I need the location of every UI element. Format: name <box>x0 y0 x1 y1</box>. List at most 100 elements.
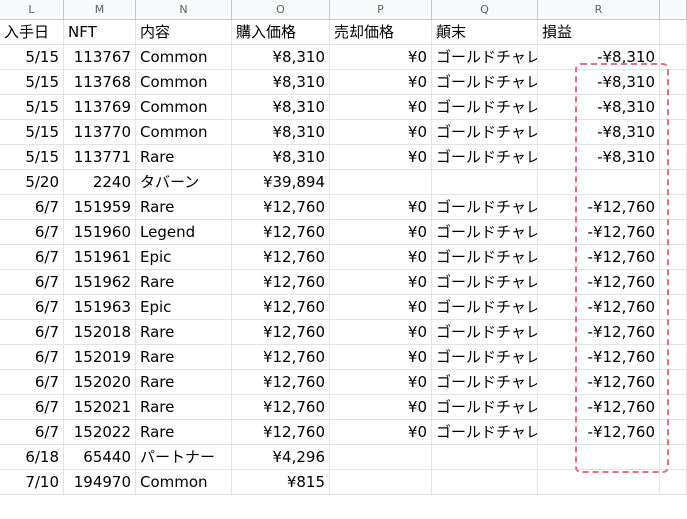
cell-m[interactable]: 113770 <box>64 120 136 145</box>
column-header-r[interactable]: R <box>538 0 660 20</box>
cell-o[interactable]: ¥8,310 <box>232 95 330 120</box>
cell-empty[interactable] <box>660 120 687 145</box>
cell-r[interactable]: -¥12,760 <box>538 345 660 370</box>
cell-q[interactable]: ゴールドチャレ <box>432 395 538 420</box>
cell-empty[interactable] <box>660 270 687 295</box>
cell-p[interactable]: ¥0 <box>330 370 432 395</box>
cell-m[interactable]: 113771 <box>64 145 136 170</box>
cell-empty[interactable] <box>660 70 687 95</box>
cell-m[interactable]: 151962 <box>64 270 136 295</box>
cell-n[interactable]: Rare <box>136 195 232 220</box>
cell-p[interactable]: ¥0 <box>330 245 432 270</box>
cell-n[interactable]: Rare <box>136 145 232 170</box>
cell-r[interactable]: -¥12,760 <box>538 370 660 395</box>
cell-empty[interactable] <box>660 195 687 220</box>
cell-r[interactable]: -¥8,310 <box>538 145 660 170</box>
cell-q[interactable]: ゴールドチャレ <box>432 195 538 220</box>
cell-q[interactable]: ゴールドチャレ <box>432 95 538 120</box>
cell-p[interactable]: ¥0 <box>330 45 432 70</box>
cell-n[interactable]: 内容 <box>136 20 232 45</box>
cell-o[interactable]: ¥8,310 <box>232 70 330 95</box>
cell-l[interactable]: 6/7 <box>0 220 64 245</box>
cell-l[interactable]: 5/15 <box>0 95 64 120</box>
cell-l[interactable]: 7/10 <box>0 470 64 495</box>
cell-o[interactable]: ¥8,310 <box>232 45 330 70</box>
cell-p[interactable]: ¥0 <box>330 145 432 170</box>
column-header-l[interactable]: L <box>0 0 64 20</box>
cell-l[interactable]: 5/20 <box>0 170 64 195</box>
cell-empty[interactable] <box>660 170 687 195</box>
cell-empty[interactable] <box>660 220 687 245</box>
cell-n[interactable]: Epic <box>136 245 232 270</box>
cell-m[interactable]: 2240 <box>64 170 136 195</box>
cell-n[interactable]: Rare <box>136 345 232 370</box>
cell-o[interactable]: ¥12,760 <box>232 320 330 345</box>
cell-l[interactable]: 6/7 <box>0 270 64 295</box>
cell-o[interactable]: ¥12,760 <box>232 295 330 320</box>
cell-r[interactable]: -¥12,760 <box>538 220 660 245</box>
cell-empty[interactable] <box>660 420 687 445</box>
cell-n[interactable]: Common <box>136 470 232 495</box>
cell-q[interactable] <box>432 170 538 195</box>
cell-n[interactable]: Rare <box>136 270 232 295</box>
cell-l[interactable]: 6/7 <box>0 295 64 320</box>
cell-n[interactable]: Common <box>136 45 232 70</box>
column-header-m[interactable]: M <box>64 0 136 20</box>
cell-l[interactable]: 6/7 <box>0 195 64 220</box>
cell-m[interactable]: 113768 <box>64 70 136 95</box>
cell-p[interactable]: ¥0 <box>330 420 432 445</box>
cell-m[interactable]: 151961 <box>64 245 136 270</box>
cell-o[interactable]: 購入価格 <box>232 20 330 45</box>
cell-l[interactable]: 5/15 <box>0 145 64 170</box>
cell-o[interactable]: ¥12,760 <box>232 245 330 270</box>
cell-n[interactable]: Rare <box>136 420 232 445</box>
cell-q[interactable]: ゴールドチャレ <box>432 320 538 345</box>
cell-n[interactable]: Common <box>136 70 232 95</box>
cell-m[interactable]: 113767 <box>64 45 136 70</box>
cell-n[interactable]: Legend <box>136 220 232 245</box>
cell-o[interactable]: ¥12,760 <box>232 195 330 220</box>
cell-l[interactable]: 6/7 <box>0 370 64 395</box>
cell-empty[interactable] <box>660 95 687 120</box>
cell-l[interactable]: 6/7 <box>0 345 64 370</box>
cell-q[interactable]: ゴールドチャレ <box>432 70 538 95</box>
cell-p[interactable] <box>330 170 432 195</box>
cell-q[interactable]: ゴールドチャレ <box>432 120 538 145</box>
cell-empty[interactable] <box>660 320 687 345</box>
cell-p[interactable]: ¥0 <box>330 345 432 370</box>
cell-l[interactable]: 入手日 <box>0 20 64 45</box>
cell-q[interactable] <box>432 470 538 495</box>
cell-empty[interactable] <box>660 20 687 45</box>
cell-o[interactable]: ¥12,760 <box>232 395 330 420</box>
cell-m[interactable]: 152019 <box>64 345 136 370</box>
cell-p[interactable]: 売却価格 <box>330 20 432 45</box>
cell-q[interactable]: ゴールドチャレ <box>432 245 538 270</box>
cell-r[interactable]: -¥12,760 <box>538 245 660 270</box>
cell-m[interactable]: 151963 <box>64 295 136 320</box>
cell-p[interactable]: ¥0 <box>330 220 432 245</box>
cell-p[interactable]: ¥0 <box>330 195 432 220</box>
cell-l[interactable]: 6/7 <box>0 420 64 445</box>
cell-m[interactable]: NFT <box>64 20 136 45</box>
cell-o[interactable]: ¥39,894 <box>232 170 330 195</box>
cell-r[interactable] <box>538 170 660 195</box>
cell-o[interactable]: ¥815 <box>232 470 330 495</box>
cell-r[interactable]: -¥8,310 <box>538 45 660 70</box>
cell-m[interactable]: 113769 <box>64 95 136 120</box>
cell-empty[interactable] <box>660 370 687 395</box>
cell-r[interactable]: -¥12,760 <box>538 320 660 345</box>
cell-r[interactable]: -¥8,310 <box>538 70 660 95</box>
cell-o[interactable]: ¥12,760 <box>232 220 330 245</box>
cell-empty[interactable] <box>660 45 687 70</box>
cell-l[interactable]: 5/15 <box>0 70 64 95</box>
cell-o[interactable]: ¥8,310 <box>232 120 330 145</box>
cell-m[interactable]: 152021 <box>64 395 136 420</box>
cell-m[interactable]: 194970 <box>64 470 136 495</box>
cell-q[interactable]: ゴールドチャレ <box>432 45 538 70</box>
cell-o[interactable]: ¥8,310 <box>232 145 330 170</box>
cell-empty[interactable] <box>660 395 687 420</box>
cell-n[interactable]: パートナー <box>136 445 232 470</box>
cell-q[interactable] <box>432 445 538 470</box>
cell-r[interactable]: 損益 <box>538 20 660 45</box>
cell-m[interactable]: 65440 <box>64 445 136 470</box>
